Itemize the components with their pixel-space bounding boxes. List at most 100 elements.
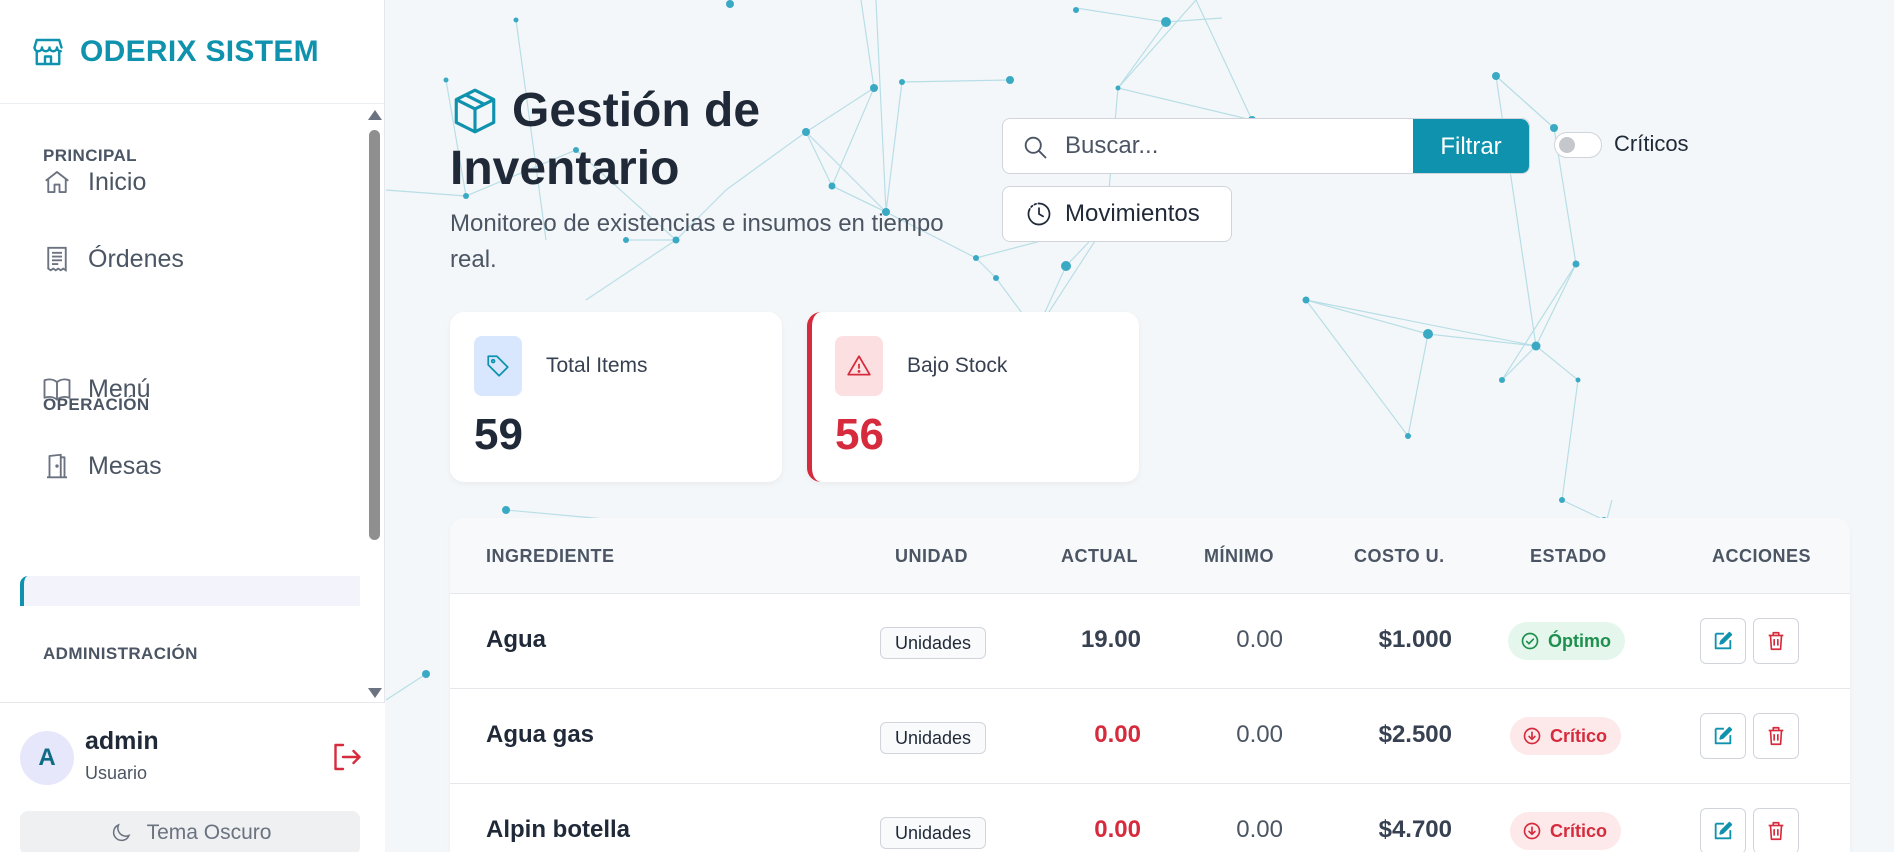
- criticos-toggle-label[interactable]: Críticos: [1614, 131, 1689, 157]
- sidebar-item-label: Inicio: [88, 167, 147, 196]
- edit-icon: [1714, 726, 1733, 745]
- brand-name: ODERIX SISTEM: [80, 34, 319, 68]
- clock-history-icon: [1027, 202, 1051, 226]
- tag-icon: [487, 355, 509, 377]
- toggle-knob: [1559, 137, 1575, 153]
- edit-button[interactable]: [1700, 808, 1746, 852]
- table-row: Alpin botella Unidades 0.00 0.00 $4.700 …: [450, 784, 1850, 852]
- column-header-acciones: ACCIONES: [1712, 546, 1812, 566]
- trash-icon: [1768, 726, 1784, 746]
- actual-value: 0.00: [1094, 816, 1141, 843]
- stat-card-low-stock: Bajo Stock 56: [807, 312, 1139, 482]
- delete-button[interactable]: [1753, 713, 1799, 759]
- card-icon-box: [474, 336, 522, 396]
- user-name: admin: [85, 727, 159, 755]
- arrow-down-circle-icon: [1523, 727, 1541, 745]
- actual-value: 19.00: [1080, 626, 1141, 653]
- avatar: A: [20, 731, 74, 785]
- theme-toggle-button[interactable]: Tema Oscuro: [20, 811, 360, 852]
- page-title: Gestión de Inventario: [450, 84, 761, 195]
- table-row: Agua Unidades 19.00 0.00 $1.000 Óptimo: [450, 594, 1850, 689]
- sidebar-item-active[interactable]: [20, 576, 360, 606]
- ingredient-name: Agua: [486, 626, 546, 653]
- sidebar-item-label: Mesas: [88, 451, 162, 480]
- filter-button[interactable]: Filtrar: [1413, 119, 1529, 173]
- sidebar-item-label: Órdenes: [88, 244, 184, 273]
- status-label: Crítico: [1550, 820, 1608, 841]
- unit-cost: $2.500: [1378, 721, 1452, 748]
- sidebar-scrollbar[interactable]: [366, 108, 382, 700]
- unit-badge: Unidades: [880, 722, 986, 754]
- delete-button[interactable]: [1753, 808, 1799, 852]
- status-badge: Óptimo: [1508, 622, 1625, 660]
- home-icon: [45, 171, 69, 193]
- moon-icon: [112, 823, 130, 842]
- delete-button[interactable]: [1753, 618, 1799, 664]
- column-header-ingrediente: INGREDIENTE: [486, 546, 615, 566]
- stat-label: Total Items: [546, 354, 648, 377]
- theme-toggle-label: Tema Oscuro: [146, 821, 272, 844]
- store-icon: [33, 38, 63, 65]
- column-header-minimo: MÍNIMO: [1204, 546, 1274, 566]
- actual-value: 0.00: [1094, 721, 1141, 748]
- search-icon: [1024, 136, 1047, 159]
- check-circle-icon: [1521, 632, 1539, 650]
- table-row: Agua gas Unidades 0.00 0.00 $2.500 Críti…: [450, 689, 1850, 784]
- status-label: Crítico: [1550, 725, 1608, 746]
- stat-value: 56: [835, 410, 884, 459]
- sidebar-item-ordenes[interactable]: Órdenes: [0, 227, 355, 291]
- user-role: Usuario: [85, 763, 148, 783]
- unit-badge: Unidades: [880, 817, 986, 849]
- table-header: INGREDIENTE UNIDAD ACTUAL MÍNIMO COSTO U…: [450, 518, 1850, 594]
- minimum-value: 0.00: [1236, 816, 1283, 843]
- status-badge: Crítico: [1510, 812, 1622, 850]
- sidebar-nav: PRINCIPAL Inicio Órdenes OPERACIÓN Menú …: [0, 104, 385, 702]
- sidebar-item-label: Menú: [88, 374, 151, 403]
- status-badge: Crítico: [1510, 717, 1622, 755]
- inventory-table: INGREDIENTE UNIDAD ACTUAL MÍNIMO COSTO U…: [450, 518, 1850, 852]
- sidebar-item-menu[interactable]: Menú: [0, 357, 355, 421]
- movements-button[interactable]: Movimientos: [1002, 186, 1232, 242]
- stat-label: Bajo Stock: [907, 354, 1008, 377]
- unit-cost: $4.700: [1378, 816, 1452, 843]
- trash-icon: [1768, 631, 1784, 651]
- minimum-value: 0.00: [1236, 721, 1283, 748]
- ingredient-name: Alpin botella: [486, 816, 630, 843]
- column-header-estado: ESTADO: [1530, 546, 1607, 566]
- sidebar-footer: A admin Usuario Tema Oscuro: [0, 702, 385, 852]
- book-icon: [43, 378, 71, 401]
- sidebar-item-inicio[interactable]: Inicio: [0, 150, 355, 214]
- brand[interactable]: ODERIX SISTEM: [0, 0, 384, 104]
- stat-card-total: Total Items 59: [450, 312, 782, 482]
- column-header-costo: COSTO U.: [1354, 546, 1445, 566]
- page-subtitle: Monitoreo de existencias e insumos en ti…: [450, 210, 944, 273]
- column-header-unidad: UNIDAD: [895, 546, 968, 566]
- movements-label: Movimientos: [1065, 200, 1200, 227]
- door-icon: [47, 453, 67, 479]
- receipt-icon: [47, 246, 67, 272]
- scroll-down-arrow-icon[interactable]: [368, 688, 382, 698]
- trash-icon: [1768, 821, 1784, 841]
- card-icon-box: [835, 336, 883, 396]
- status-label: Óptimo: [1548, 630, 1611, 651]
- arrow-down-circle-icon: [1523, 822, 1541, 840]
- sidebar: ODERIX SISTEM PRINCIPAL Inicio Órdenes O…: [0, 0, 385, 852]
- scroll-thumb[interactable]: [369, 130, 380, 540]
- unit-badge: Unidades: [880, 627, 986, 659]
- search-box: Filtrar: [1002, 118, 1530, 174]
- warning-icon: [847, 355, 871, 376]
- ingredient-name: Agua gas: [486, 721, 595, 748]
- edit-button[interactable]: [1700, 713, 1746, 759]
- search-input[interactable]: [1065, 119, 1365, 173]
- sidebar-item-mesas[interactable]: Mesas: [0, 434, 355, 498]
- nav-section-administracion: ADMINISTRACIÓN: [43, 644, 198, 663]
- scroll-up-arrow-icon[interactable]: [368, 110, 382, 120]
- edit-button[interactable]: [1700, 618, 1746, 664]
- column-header-actual: ACTUAL: [1061, 546, 1138, 566]
- criticos-toggle[interactable]: [1554, 132, 1602, 158]
- stat-value: 59: [474, 410, 523, 459]
- edit-icon: [1714, 631, 1733, 650]
- edit-icon: [1714, 821, 1733, 840]
- logout-icon[interactable]: [328, 739, 364, 775]
- minimum-value: 0.00: [1236, 626, 1283, 653]
